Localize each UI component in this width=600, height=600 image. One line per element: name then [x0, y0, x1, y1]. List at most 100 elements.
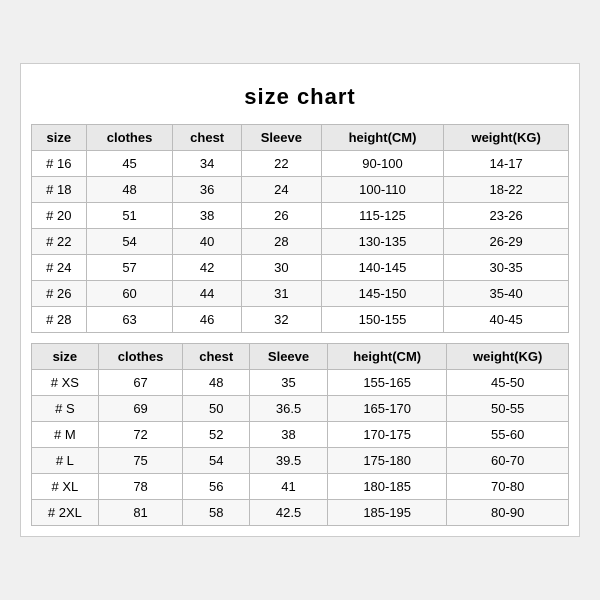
table-row: # 2XL815842.5185-19580-90: [32, 500, 569, 526]
table-cell: # 24: [32, 255, 87, 281]
table-cell: 45-50: [447, 370, 569, 396]
table-cell: 30-35: [444, 255, 569, 281]
table-cell: 28: [241, 229, 321, 255]
table-cell: 40-45: [444, 307, 569, 333]
table-cell: 31: [241, 281, 321, 307]
table-cell: 72: [98, 422, 183, 448]
table-cell: 35: [250, 370, 328, 396]
table-cell: 155-165: [328, 370, 447, 396]
table-cell: 57: [86, 255, 173, 281]
table-cell: 36: [173, 177, 241, 203]
table-row: # L755439.5175-18060-70: [32, 448, 569, 474]
table-cell: # 2XL: [32, 500, 99, 526]
table-cell: # 18: [32, 177, 87, 203]
table-cell: # XS: [32, 370, 99, 396]
table-cell: 48: [183, 370, 250, 396]
table-cell: 26-29: [444, 229, 569, 255]
table-cell: 78: [98, 474, 183, 500]
table-cell: 70-80: [447, 474, 569, 500]
table-cell: # 16: [32, 151, 87, 177]
column-header: height(CM): [321, 125, 443, 151]
table-cell: 170-175: [328, 422, 447, 448]
table-cell: 55-60: [447, 422, 569, 448]
table-cell: 54: [86, 229, 173, 255]
table-cell: 150-155: [321, 307, 443, 333]
table-row: # S695036.5165-17050-55: [32, 396, 569, 422]
table-row: # XS674835155-16545-50: [32, 370, 569, 396]
column-header: chest: [183, 344, 250, 370]
table-cell: 180-185: [328, 474, 447, 500]
column-header: chest: [173, 125, 241, 151]
table-cell: # S: [32, 396, 99, 422]
chart-title: size chart: [31, 74, 569, 124]
table-cell: 58: [183, 500, 250, 526]
table-row: # 1645342290-10014-17: [32, 151, 569, 177]
table-cell: # 20: [32, 203, 87, 229]
table-cell: 51: [86, 203, 173, 229]
table-row: # 28634632150-15540-45: [32, 307, 569, 333]
table-cell: 36.5: [250, 396, 328, 422]
table-cell: # 28: [32, 307, 87, 333]
table-cell: 145-150: [321, 281, 443, 307]
column-header: clothes: [98, 344, 183, 370]
table-cell: 32: [241, 307, 321, 333]
table-cell: 69: [98, 396, 183, 422]
column-header: size: [32, 344, 99, 370]
table-cell: 23-26: [444, 203, 569, 229]
size-chart-card: size chart sizeclotheschestSleeveheight(…: [20, 63, 580, 537]
table-cell: 48: [86, 177, 173, 203]
table-cell: 38: [250, 422, 328, 448]
table-cell: 22: [241, 151, 321, 177]
table-cell: # L: [32, 448, 99, 474]
table-cell: 115-125: [321, 203, 443, 229]
table-cell: 18-22: [444, 177, 569, 203]
column-header: weight(KG): [447, 344, 569, 370]
table-cell: 38: [173, 203, 241, 229]
table-cell: 60: [86, 281, 173, 307]
size-table-2: sizeclotheschestSleeveheight(CM)weight(K…: [31, 343, 569, 526]
table-cell: 80-90: [447, 500, 569, 526]
column-header: Sleeve: [241, 125, 321, 151]
table-cell: 41: [250, 474, 328, 500]
table-cell: 67: [98, 370, 183, 396]
table-cell: 165-170: [328, 396, 447, 422]
table-cell: 42: [173, 255, 241, 281]
table-row: # XL785641180-18570-80: [32, 474, 569, 500]
table-cell: 39.5: [250, 448, 328, 474]
table-cell: 75: [98, 448, 183, 474]
table-row: # M725238170-17555-60: [32, 422, 569, 448]
table-cell: 56: [183, 474, 250, 500]
table-row: # 22544028130-13526-29: [32, 229, 569, 255]
table-cell: 50: [183, 396, 250, 422]
column-header: clothes: [86, 125, 173, 151]
table-cell: 44: [173, 281, 241, 307]
table-cell: 60-70: [447, 448, 569, 474]
table-cell: # 26: [32, 281, 87, 307]
table-cell: 81: [98, 500, 183, 526]
table-cell: 45: [86, 151, 173, 177]
column-header: height(CM): [328, 344, 447, 370]
table-cell: 175-180: [328, 448, 447, 474]
column-header: weight(KG): [444, 125, 569, 151]
table-cell: 46: [173, 307, 241, 333]
table-cell: 130-135: [321, 229, 443, 255]
table-cell: 140-145: [321, 255, 443, 281]
table-cell: 50-55: [447, 396, 569, 422]
table-cell: 26: [241, 203, 321, 229]
table-cell: 185-195: [328, 500, 447, 526]
size-table-1: sizeclotheschestSleeveheight(CM)weight(K…: [31, 124, 569, 333]
table2-header: sizeclotheschestSleeveheight(CM)weight(K…: [32, 344, 569, 370]
table-row: # 18483624100-11018-22: [32, 177, 569, 203]
table-cell: 30: [241, 255, 321, 281]
table-cell: # M: [32, 422, 99, 448]
table-row: # 26604431145-15035-40: [32, 281, 569, 307]
table-cell: 63: [86, 307, 173, 333]
table-cell: # XL: [32, 474, 99, 500]
table-cell: 40: [173, 229, 241, 255]
table-cell: 100-110: [321, 177, 443, 203]
table1-header: sizeclotheschestSleeveheight(CM)weight(K…: [32, 125, 569, 151]
table-cell: 90-100: [321, 151, 443, 177]
table-cell: 54: [183, 448, 250, 474]
table-cell: # 22: [32, 229, 87, 255]
column-header: Sleeve: [250, 344, 328, 370]
